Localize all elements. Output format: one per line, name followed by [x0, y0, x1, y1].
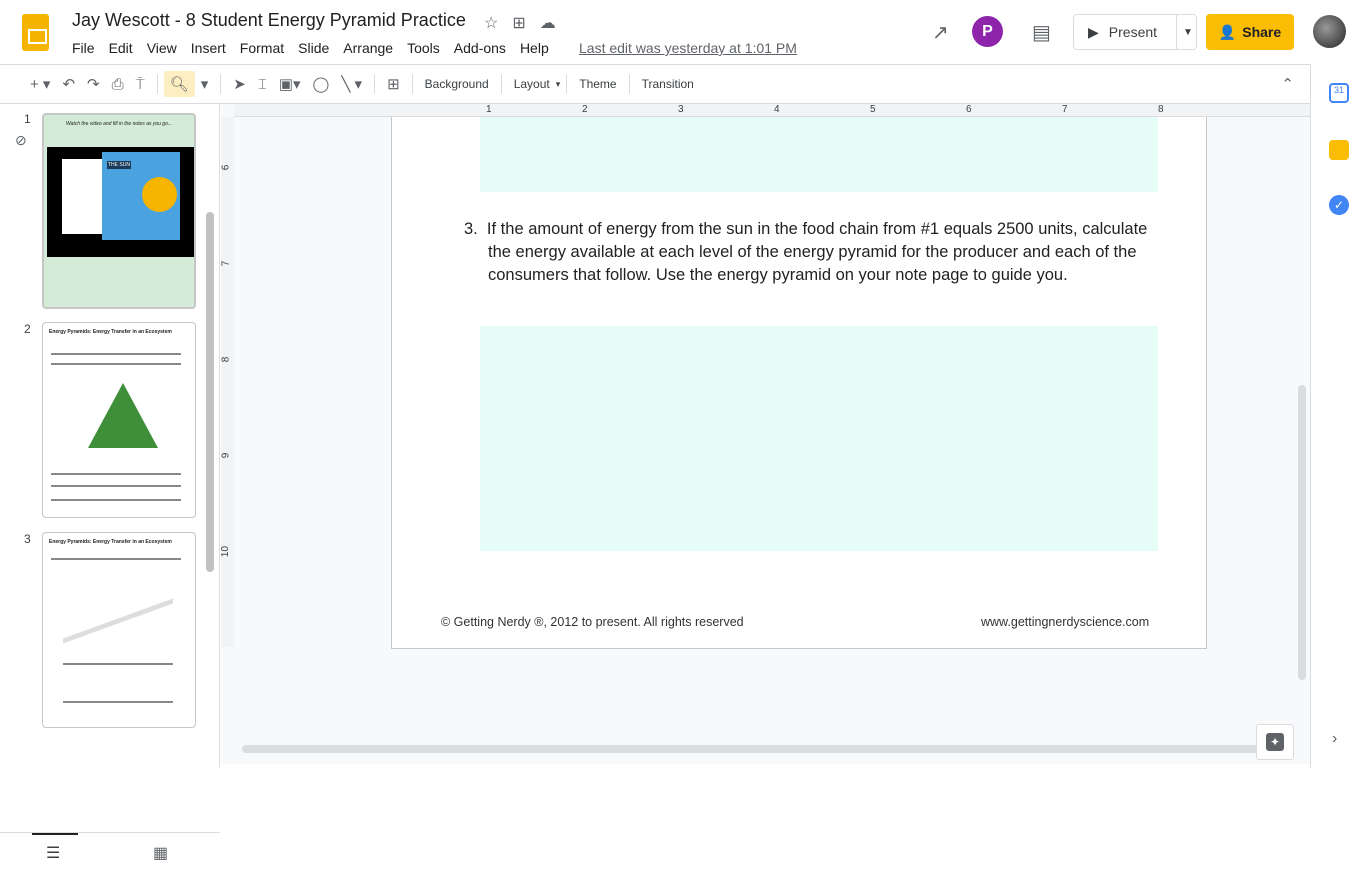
print-icon[interactable]: ⎙ — [106, 76, 130, 93]
transition-button[interactable]: Transition — [636, 77, 700, 91]
background-button[interactable]: Background — [419, 77, 495, 91]
menu-addons[interactable]: Add-ons — [454, 40, 513, 56]
menu-edit[interactable]: Edit — [109, 40, 140, 56]
move-folder-icon[interactable]: ⊞ — [512, 13, 525, 33]
avatar[interactable] — [1313, 15, 1346, 48]
linked-object-icon: ⊘ — [15, 132, 27, 148]
menu-insert[interactable]: Insert — [191, 40, 233, 56]
answer-box-3[interactable] — [480, 326, 1158, 551]
menu-tools[interactable]: Tools — [407, 40, 447, 56]
shape-icon[interactable]: ◯ — [307, 75, 336, 93]
collapse-toolbar-icon[interactable]: ⌃ — [1275, 75, 1300, 93]
tasks-icon[interactable]: ✓ — [1329, 195, 1349, 215]
question-3[interactable]: 3. If the amount of energy from the sun … — [464, 218, 1164, 287]
explore-icon: ✦ — [1266, 733, 1284, 751]
activity-icon[interactable]: ↗ — [932, 20, 949, 45]
grid-view-icon[interactable]: ▦ — [153, 843, 168, 863]
toolbar: + ▾ ↶ ↷ ⎙ ⍑ 🔍︎ ▾ ➤ ⌶ ▣▾ ◯ ╲ ▾ ⊞ Backgroun… — [0, 64, 1310, 104]
redo-icon[interactable]: ↷ — [81, 75, 106, 93]
zoom-dropdown-icon[interactable]: ▾ — [195, 75, 215, 93]
comments-icon[interactable]: ▤ — [1032, 20, 1051, 45]
vertical-ruler[interactable]: 6 7 8 9 10 — [220, 117, 234, 647]
slides-logo[interactable] — [22, 14, 49, 51]
calendar-icon[interactable]: 31 — [1329, 83, 1349, 103]
menu-view[interactable]: View — [147, 40, 184, 56]
present-dropdown-icon[interactable]: ▼ — [1177, 27, 1193, 38]
vertical-scrollbar[interactable] — [1298, 385, 1306, 680]
textbox-icon[interactable]: ⌶ — [252, 76, 273, 93]
filmstrip: 1 ⊘ Watch the video and fill in the note… — [0, 104, 220, 872]
filmstrip-scrollbar[interactable] — [206, 212, 214, 572]
keep-icon[interactable] — [1329, 140, 1349, 160]
image-icon[interactable]: ▣▾ — [273, 75, 307, 93]
present-icon: ▶ — [1088, 23, 1099, 40]
last-edit-link[interactable]: Last edit was yesterday at 1:01 PM — [579, 40, 797, 56]
line-icon[interactable]: ╲ ▾ — [335, 75, 368, 93]
menu-file[interactable]: File — [72, 40, 102, 56]
side-panel — [1310, 64, 1366, 768]
share-button[interactable]: 👤 Share — [1206, 14, 1294, 50]
website-footer: www.gettingnerdyscience.com — [981, 615, 1150, 629]
slide-thumbnail-1[interactable]: Watch the video and fill in the notes as… — [42, 113, 196, 309]
person-icon: 👤 — [1218, 23, 1237, 40]
cloud-status-icon[interactable]: ☁ — [540, 13, 556, 33]
menu-bar: File Edit View Insert Format Slide Arrange Tool… — [72, 40, 563, 56]
filmstrip-view-icon[interactable]: ☰ — [46, 843, 60, 863]
menu-slide[interactable]: Slide — [298, 40, 336, 56]
expand-panel-icon[interactable]: › — [1332, 730, 1337, 748]
copyright-footer: © Getting Nerdy ®, 2012 to present. All … — [441, 615, 744, 629]
answer-box-2[interactable] — [480, 117, 1158, 192]
theme-button[interactable]: Theme — [573, 77, 622, 91]
horizontal-scrollbar[interactable] — [242, 745, 1272, 753]
select-icon[interactable]: ➤ — [227, 75, 252, 93]
menu-help[interactable]: Help — [520, 40, 556, 56]
menu-arrange[interactable]: Arrange — [343, 40, 400, 56]
paint-format-icon[interactable]: ⍑ — [130, 76, 151, 93]
horizontal-ruler[interactable]: 12345678 — [234, 104, 1310, 117]
undo-icon[interactable]: ↶ — [56, 75, 81, 93]
document-title[interactable]: Jay Wescott - 8 Student Energy Pyramid P… — [72, 10, 466, 31]
slide-thumbnail-2[interactable]: Energy Pyramids: Energy Transfer in an E… — [42, 322, 196, 518]
layout-button[interactable]: Layout — [508, 77, 556, 91]
star-icon[interactable]: ☆ — [484, 13, 498, 33]
pear-deck-icon[interactable]: P — [972, 16, 1003, 47]
explore-button[interactable]: ✦ — [1256, 724, 1294, 760]
menu-format[interactable]: Format — [240, 40, 291, 56]
add-comment-icon[interactable]: ⊞ — [381, 75, 406, 93]
slide-thumbnail-3[interactable]: Energy Pyramids: Energy Transfer in an E… — [42, 532, 196, 728]
zoom-icon[interactable]: 🔍︎ — [163, 71, 195, 97]
new-slide-icon[interactable]: + ▾ — [24, 75, 56, 93]
present-button[interactable]: ▶ Present ▼ — [1073, 14, 1197, 50]
